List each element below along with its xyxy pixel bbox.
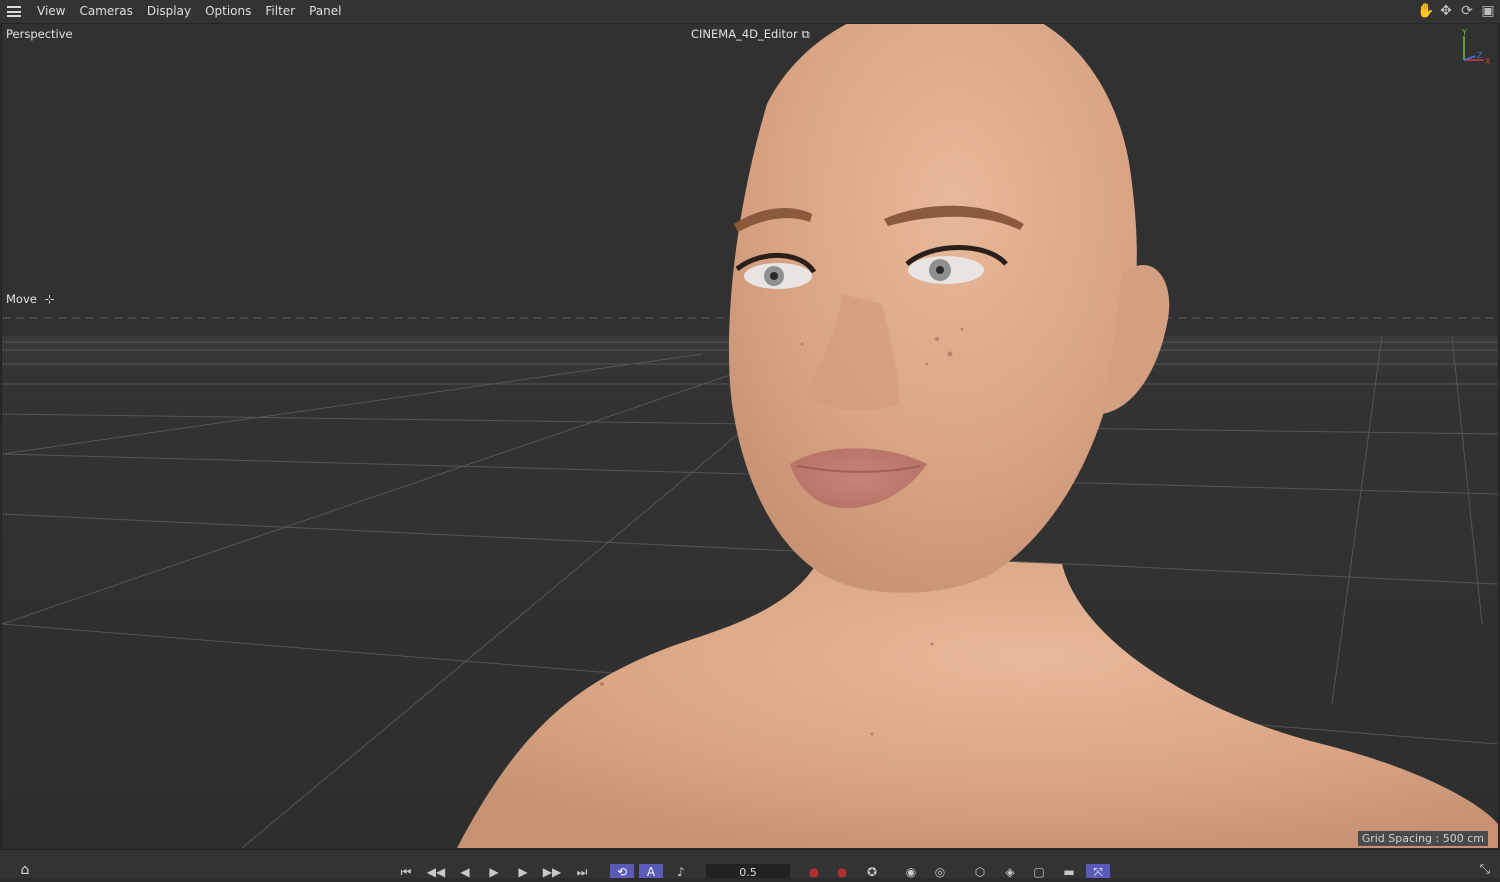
viewport-title[interactable]: CINEMA_4D_Editor ⧉ — [691, 27, 810, 42]
axis-x-label: X — [1485, 57, 1491, 66]
menu-bar: View Cameras Display Options Filter Pane… — [0, 0, 1500, 24]
pos-key-icon[interactable]: ◉ — [899, 864, 923, 878]
camera-label[interactable]: Perspective — [6, 27, 73, 41]
next-frame-icon[interactable]: ▶ — [511, 864, 535, 878]
rotate-icon[interactable]: ⟳ — [1459, 3, 1475, 19]
prev-key-icon[interactable]: ◀◀ — [424, 864, 448, 878]
autokey-record-icon[interactable]: ● — [830, 864, 854, 878]
menu-display[interactable]: Display — [140, 0, 198, 23]
scale-key-icon[interactable]: ⬡ — [968, 864, 992, 878]
menu-filter[interactable]: Filter — [258, 0, 302, 23]
move-arrows-icon[interactable]: ✥ — [1438, 3, 1454, 19]
grid-spacing-label: Grid Spacing : 500 cm — [1357, 831, 1488, 846]
timeline-bar: ⌂ ⏮ ◀◀ ◀ ▶ ▶ ▶▶ ⏭ ⟲ A ♪ 0.5 ● ● ✪ ◉ ◎ ⬡ … — [0, 849, 1500, 879]
maximize-icon[interactable]: ▣ — [1480, 3, 1496, 19]
go-end-icon[interactable]: ⏭ — [570, 864, 594, 878]
frame-field[interactable]: 0.5 — [706, 864, 790, 879]
prev-frame-icon[interactable]: ◀ — [453, 864, 477, 878]
camera-link-icon[interactable]: ⧉ — [801, 27, 809, 41]
pla-key-icon[interactable]: ▢ — [1027, 864, 1051, 878]
play-icon[interactable]: ▶ — [482, 864, 506, 878]
hand-pan-icon[interactable]: ✋ — [1417, 3, 1434, 19]
sound-icon[interactable]: ♪ — [669, 864, 693, 878]
hamburger-menu-icon[interactable] — [7, 6, 21, 17]
home-icon[interactable]: ⌂ — [13, 862, 37, 878]
scene-view — [2, 24, 1498, 848]
axis-gizmo: Y Z X — [1461, 28, 1491, 66]
loop-icon[interactable]: ⟲ — [610, 864, 634, 878]
axis-z-label: Z — [1477, 51, 1483, 60]
viewport-nav-icons: ✋ ✥ ⟳ ▣ — [1417, 3, 1496, 19]
menu-options[interactable]: Options — [198, 0, 258, 23]
axis-y-label: Y — [1461, 28, 1467, 37]
move-cross-icon: ⊹ — [44, 292, 55, 306]
param-key-icon[interactable]: ◈ — [998, 864, 1022, 878]
perspective-viewport[interactable]: Perspective CINEMA_4D_Editor ⧉ Move ⊹ Y Z… — [1, 24, 1499, 848]
timeline-mode-icon[interactable]: ⤧ — [1086, 864, 1110, 878]
viewport-title-text: CINEMA_4D_Editor — [691, 27, 798, 41]
expand-icon[interactable]: ⤡ — [1480, 862, 1490, 877]
menu-view[interactable]: View — [30, 0, 72, 23]
rot-key-icon[interactable]: ◎ — [928, 864, 952, 878]
auto-key-icon[interactable]: A — [639, 864, 663, 878]
record-icon[interactable]: ● — [802, 864, 826, 878]
menu-cameras[interactable]: Cameras — [72, 0, 139, 23]
tool-label: Move ⊹ — [6, 292, 54, 306]
menu-panel[interactable]: Panel — [302, 0, 348, 23]
points-key-icon[interactable]: ▬ — [1057, 864, 1081, 878]
keyframe-icon[interactable]: ✪ — [860, 864, 884, 878]
next-key-icon[interactable]: ▶▶ — [540, 864, 564, 878]
tool-label-text: Move — [6, 292, 37, 306]
go-start-icon[interactable]: ⏮ — [394, 864, 418, 878]
